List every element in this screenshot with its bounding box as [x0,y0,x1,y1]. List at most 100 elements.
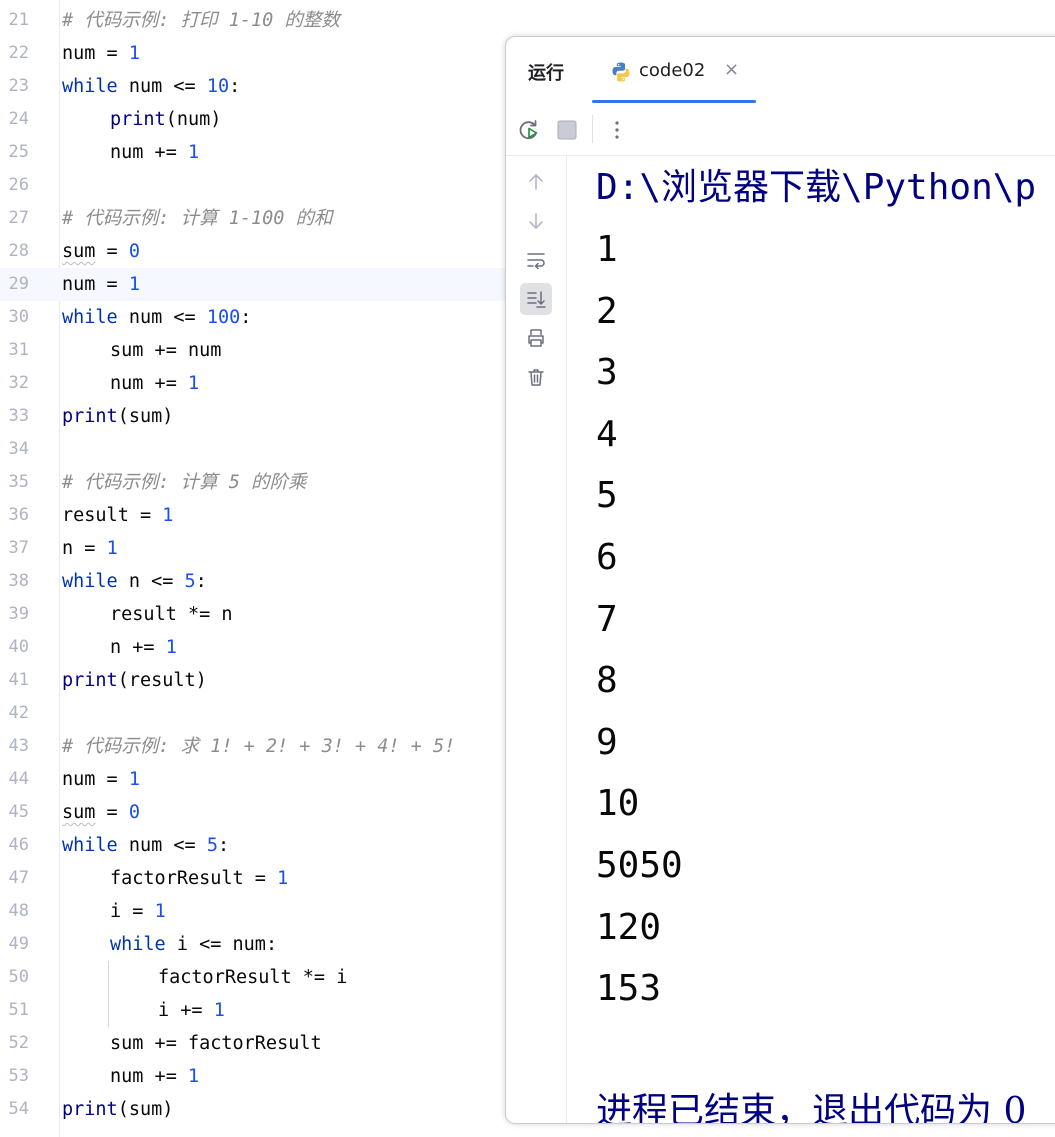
output-line: 4 [596,413,618,455]
print-icon[interactable] [520,322,552,354]
close-icon[interactable]: × [724,59,739,80]
code-text: # 代码示例: 计算 5 的阶乘 [62,472,307,493]
code-text: print(result) [62,670,207,691]
line-number: 38 [8,571,29,591]
output-line: 8 [596,660,618,702]
code-text: i = 1 [110,901,166,922]
line-number: 54 [8,1099,29,1119]
line-number: 48 [8,901,29,921]
run-header: 运行 code02 × [506,37,1055,103]
code-text: n += 1 [110,637,177,658]
line-number: 34 [8,439,29,459]
soft-wrap-icon[interactable] [520,244,552,276]
code-text: # 代码示例: 打印 1-10 的整数 [62,10,340,31]
run-tool-window[interactable]: 运行 code02 × D:\浏览器下载\Python\p 1 2 3 4 5 … [505,36,1055,1124]
code-text: num = 1 [62,274,140,295]
trash-icon[interactable] [520,361,552,393]
line-number: 33 [8,406,29,426]
code-text: while num <= 100: [62,307,252,328]
code-text: sum = 0 [62,802,140,823]
toolbar-separator [592,115,593,143]
line-number: 37 [8,538,29,558]
code-text: factorResult *= i [158,967,348,988]
arrow-up-icon[interactable] [520,166,552,198]
code-text: result = 1 [62,505,174,526]
line-number: 24 [8,109,29,129]
line-number: 35 [8,472,29,492]
output-line: 3 [596,352,618,394]
scroll-to-end-icon[interactable] [520,283,552,315]
code-text: num = 1 [62,43,140,64]
output-line: 6 [596,537,618,578]
output-line: 9 [596,721,618,763]
code-text: num = 1 [62,769,140,790]
line-number: 44 [8,769,29,789]
output-line: 7 [596,598,618,640]
code-text: result *= n [110,604,233,625]
exit-message: 进程已结束，退出代码为 0 [596,1091,1027,1124]
code-text: sum += factorResult [110,1033,322,1054]
rerun-icon[interactable] [516,117,542,143]
output-line: 5 [596,475,618,517]
code-text: print(num) [110,109,222,130]
line-number: 52 [8,1033,29,1053]
code-text: sum = 0 [62,241,140,262]
line-number: 40 [8,637,29,657]
code-text: num += 1 [110,1066,200,1087]
line-number: 49 [8,934,29,954]
line-number: 26 [8,175,29,195]
line-number: 29 [8,274,29,294]
line-number: 27 [8,208,29,228]
line-number: 28 [8,241,29,261]
output-line: 2 [596,290,618,332]
line-number: 39 [8,604,29,624]
code-text: num += 1 [110,373,200,394]
line-number: 21 [8,10,29,30]
more-icon[interactable] [604,117,630,143]
code-text: sum += num [110,340,222,361]
code-text: # 代码示例: 求 1! + 2! + 3! + 4! + 5! [62,736,456,757]
line-number: 36 [8,505,29,525]
code-line[interactable]: 21 # 代码示例: 打印 1-10 的整数 [0,4,1055,37]
code-text: while n <= 5: [62,571,207,592]
line-number: 51 [8,1000,29,1020]
output-line: 1 [596,229,618,270]
line-number: 53 [8,1066,29,1086]
code-text: while i <= num: [110,934,278,955]
code-text: # 代码示例: 计算 1-100 的和 [62,208,333,229]
output-line: 5050 [596,845,683,886]
line-number: 30 [8,307,29,327]
line-number: 23 [8,76,29,96]
code-text: factorResult = 1 [110,868,289,889]
line-number: 45 [8,802,29,822]
console-side-toolbar [506,156,567,1123]
line-number: 43 [8,736,29,756]
code-text: n = 1 [62,538,118,559]
line-number: 50 [8,967,29,987]
stop-icon[interactable] [554,117,580,143]
python-icon [612,62,630,82]
line-number: 47 [8,868,29,888]
tab-code02[interactable]: code02 × [592,37,756,103]
code-text: print(sum) [62,1099,174,1120]
line-number: 41 [8,670,29,690]
console-output[interactable]: D:\浏览器下载\Python\p 1 2 3 4 5 6 7 8 9 10 5050 120 153 … [596,156,1055,1124]
code-text: while num <= 10: [62,76,241,97]
line-number: 42 [8,703,29,723]
output-line: 153 [596,968,662,1010]
output-line: 10 [596,783,640,825]
console-path: D:\浏览器下载\Python\p [596,167,1037,208]
line-number: 46 [8,835,29,855]
output-line: 120 [596,906,662,948]
run-title: 运行 [528,63,564,84]
line-number: 22 [8,43,29,63]
code-text: print(sum) [62,406,174,427]
arrow-down-icon[interactable] [520,205,552,237]
line-number: 32 [8,373,29,393]
run-toolbar [506,103,1055,156]
line-number: 31 [8,340,29,360]
code-text: num += 1 [110,142,200,163]
code-text: while num <= 5: [62,835,230,856]
line-number: 25 [8,142,29,162]
code-text: i += 1 [158,1000,225,1021]
